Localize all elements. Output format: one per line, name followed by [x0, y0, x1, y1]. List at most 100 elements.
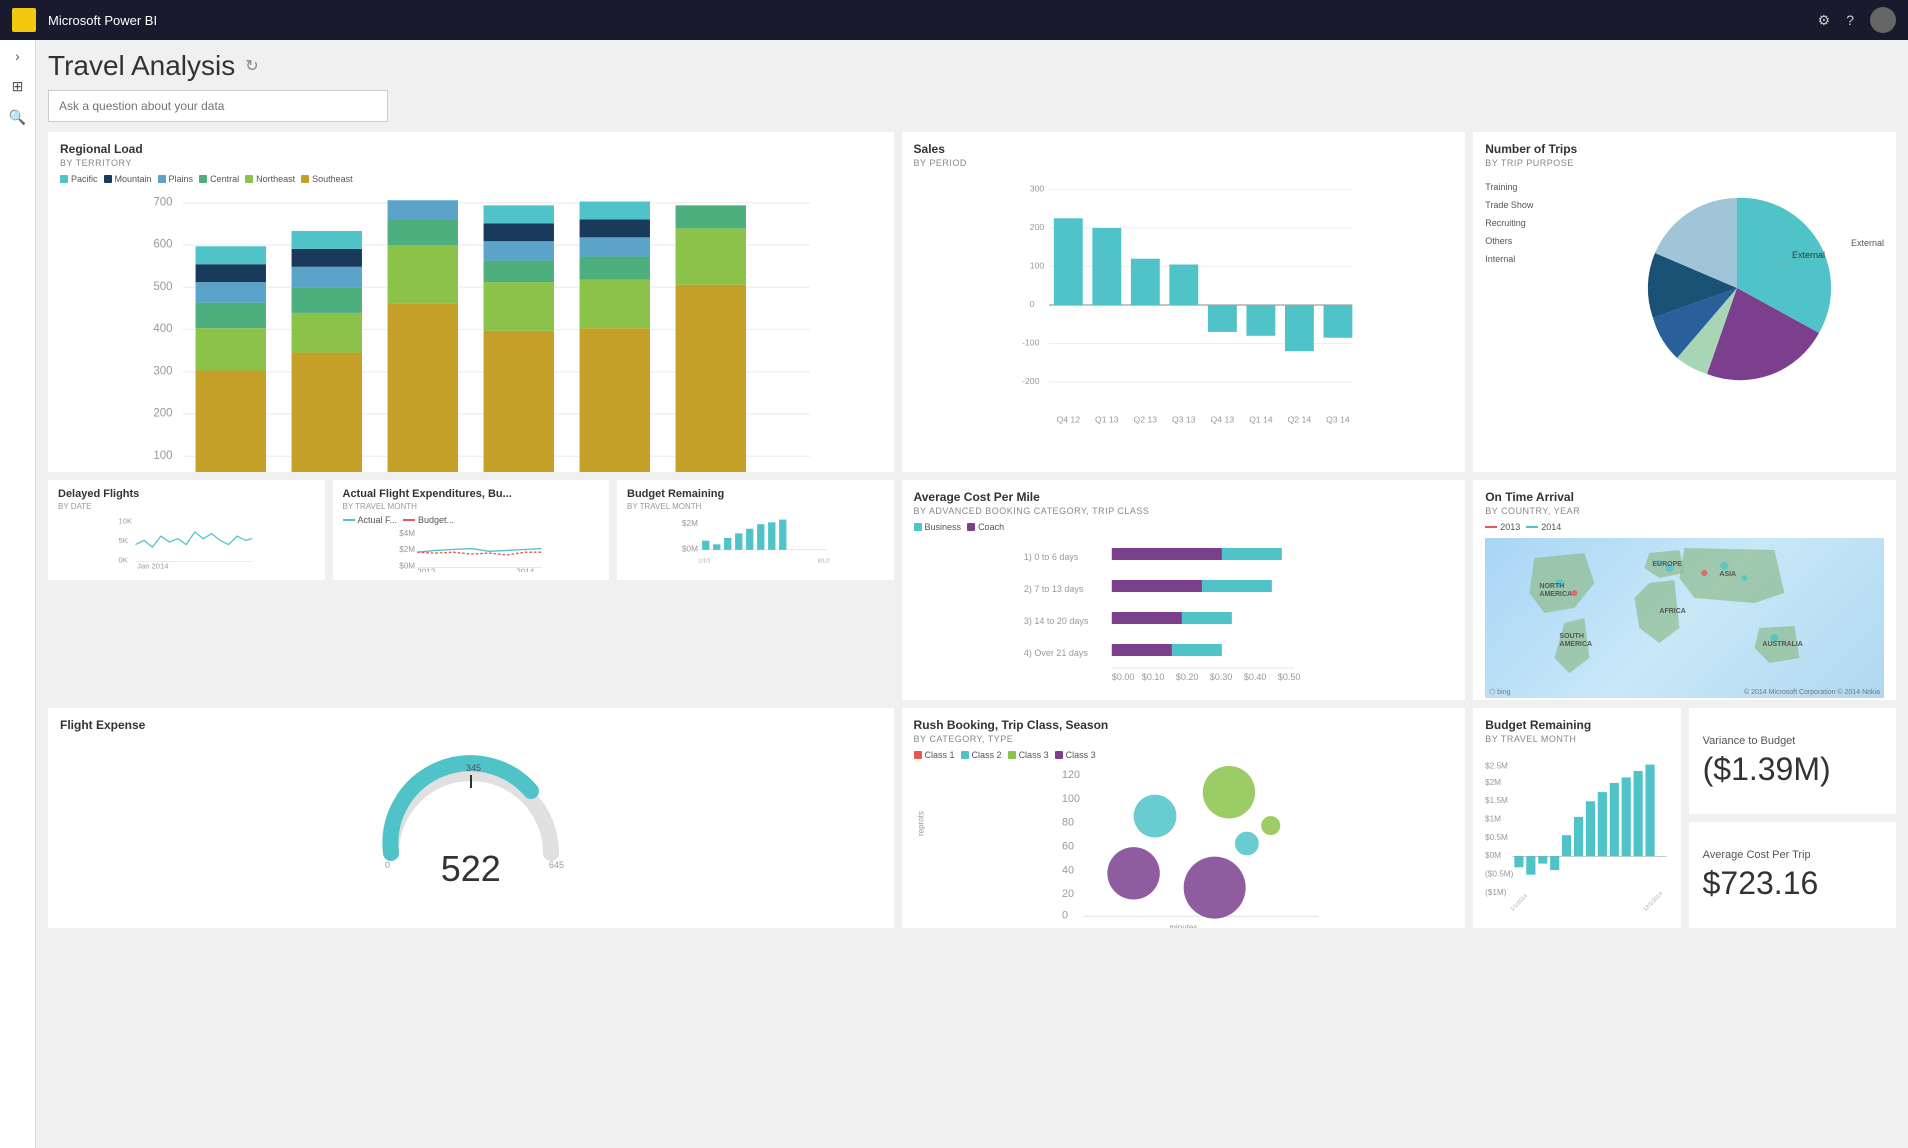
- variance-budget-card: Variance to Budget ($1.39M): [1689, 708, 1896, 814]
- svg-text:$2M: $2M: [682, 519, 698, 528]
- svg-text:200: 200: [153, 408, 172, 420]
- budget-remaining2-card: Budget Remaining BY TRAVEL MONTH $2.5M $…: [1473, 708, 1680, 928]
- small-cards-row: Delayed Flights BY DATE 10K 5K 0K Jan 20…: [48, 480, 894, 700]
- svg-text:0: 0: [1029, 299, 1034, 309]
- legend-northeast: Northeast: [245, 174, 295, 184]
- sales-card: Sales BY PERIOD 300 200 100 0 -100 -200: [902, 132, 1466, 472]
- svg-text:Q1 14: Q1 14: [1249, 414, 1273, 424]
- svg-text:60: 60: [1062, 840, 1074, 852]
- svg-text:-100: -100: [1022, 337, 1040, 347]
- number-of-trips-card: Number of Trips BY TRIP PURPOSE Training…: [1473, 132, 1896, 472]
- budget-small-sub: BY TRAVEL MONTH: [627, 502, 884, 511]
- actual-flight-card: Actual Flight Expenditures, Bu... BY TRA…: [333, 480, 610, 580]
- svg-text:SOUTH: SOUTH: [1560, 633, 1585, 640]
- svg-text:80: 80: [1062, 817, 1074, 829]
- gauge-value: 522: [441, 848, 501, 890]
- delayed-flights-sub: BY DATE: [58, 502, 315, 511]
- svg-text:($0.5M): ($0.5M): [1485, 869, 1514, 878]
- help-icon[interactable]: ?: [1846, 12, 1854, 28]
- svg-text:$0.30: $0.30: [1209, 672, 1232, 682]
- legend-mountain: Mountain: [104, 174, 152, 184]
- rush-booking-chart: 120 100 80 60 40 20 0: [933, 766, 1453, 921]
- trips-title: Number of Trips: [1485, 142, 1884, 156]
- delayed-flights-title: Delayed Flights: [58, 488, 315, 500]
- svg-text:0: 0: [385, 860, 390, 870]
- svg-text:AFRICA: AFRICA: [1660, 608, 1686, 615]
- settings-icon[interactable]: ⚙: [1818, 12, 1831, 29]
- svg-text:1/1/2: 1/1/2: [698, 559, 710, 565]
- budget2-title: Budget Remaining: [1485, 718, 1668, 732]
- trips-legend-recruiting: Recruiting: [1485, 214, 1623, 232]
- svg-text:Jan 2014: Jan 2014: [137, 561, 169, 570]
- search-input[interactable]: [48, 90, 388, 122]
- svg-text:10K: 10K: [119, 516, 133, 525]
- app-name: Microsoft Power BI: [48, 13, 157, 28]
- trips-legend-external: External: [1851, 238, 1884, 248]
- svg-text:$4M: $4M: [399, 529, 415, 538]
- svg-text:Q1 13: Q1 13: [1095, 414, 1119, 424]
- svg-text:500: 500: [153, 281, 172, 293]
- svg-text:700: 700: [153, 196, 172, 208]
- svg-text:345: 345: [466, 763, 481, 773]
- trips-legend-training: Training: [1485, 178, 1623, 196]
- svg-text:40: 40: [1062, 864, 1074, 876]
- svg-text:AMERICA: AMERICA: [1540, 591, 1573, 598]
- svg-text:$0.20: $0.20: [1175, 672, 1198, 682]
- legend-central: Central: [199, 174, 239, 184]
- on-time-arrival-card: On Time Arrival BY COUNTRY, YEAR 2013 20…: [1473, 480, 1896, 700]
- legend-plains: Plains: [158, 174, 194, 184]
- search-sidebar-icon[interactable]: 🔍: [9, 109, 26, 126]
- svg-text:$0M: $0M: [682, 545, 698, 554]
- svg-text:($1M): ($1M): [1485, 888, 1507, 897]
- svg-text:reprots: reprots: [916, 811, 925, 836]
- svg-text:2014: 2014: [516, 568, 534, 572]
- delayed-flights-chart: 10K 5K 0K Jan 2014: [58, 515, 315, 570]
- topbar-icons: ⚙ ?: [1818, 7, 1896, 33]
- refresh-icon[interactable]: ↻: [245, 56, 258, 76]
- y-axis-label: reprots: [914, 766, 933, 896]
- budget-remaining-small-card: Budget Remaining BY TRAVEL MONTH $2M $0M: [617, 480, 894, 580]
- svg-text:300: 300: [153, 365, 172, 377]
- svg-text:5K: 5K: [119, 536, 128, 545]
- budget2-chart: $2.5M $2M $1.5M $1M $0.5M $0M ($0.5M) ($…: [1485, 750, 1668, 925]
- svg-text:8/1/2: 8/1/2: [818, 559, 830, 565]
- gauge-container: 345 0 645 522: [60, 734, 882, 904]
- avatar[interactable]: [1870, 7, 1896, 33]
- svg-text:1/1/2014: 1/1/2014: [1510, 893, 1529, 912]
- avg-cost-trip-value: $723.16: [1703, 865, 1882, 902]
- svg-text:0K: 0K: [119, 555, 128, 564]
- map-svg: NORTH AMERICA SOUTH AMERICA AFRICA ASIA …: [1485, 538, 1884, 698]
- legend-pacific: Pacific: [60, 174, 98, 184]
- actual-flight-chart: $4M $2M $0M 2012 2014: [343, 527, 600, 572]
- on-time-legend: 2013 2014: [1485, 522, 1884, 532]
- avg-cost-chart: 1) 0 to 6 days 2) 7 to 13 days 3) 14 to …: [914, 538, 1454, 700]
- svg-text:$2.5M: $2.5M: [1485, 761, 1508, 770]
- collapse-icon[interactable]: ›: [15, 48, 20, 64]
- svg-text:$0.10: $0.10: [1141, 672, 1164, 682]
- svg-text:$0.50: $0.50: [1277, 672, 1300, 682]
- trips-legend-tradeshow: Trade Show: [1485, 196, 1623, 214]
- svg-text:400: 400: [153, 323, 172, 335]
- svg-text:$0.40: $0.40: [1243, 672, 1266, 682]
- variance-value: ($1.39M): [1703, 751, 1882, 788]
- dashboard-grid: Regional Load BY TERRITORY Pacific Mount…: [48, 132, 1896, 928]
- svg-text:$2M: $2M: [1485, 778, 1501, 787]
- rush-booking-title: Rush Booking, Trip Class, Season: [914, 718, 1454, 732]
- svg-text:$1.5M: $1.5M: [1485, 796, 1508, 805]
- sales-title: Sales: [914, 142, 1454, 156]
- svg-text:Q2 13: Q2 13: [1133, 414, 1157, 424]
- bottom-right-cards: Budget Remaining BY TRAVEL MONTH $2.5M $…: [1473, 708, 1896, 928]
- flight-expense-title: Flight Expense: [60, 718, 882, 732]
- app-logo: [12, 8, 36, 32]
- svg-text:3) 14 to 20 days: 3) 14 to 20 days: [1023, 616, 1088, 626]
- right-metrics: Variance to Budget ($1.39M) Average Cost…: [1689, 708, 1896, 928]
- svg-text:100: 100: [1062, 793, 1080, 805]
- bookmark-icon[interactable]: ⊞: [12, 78, 24, 95]
- budget-small-title: Budget Remaining: [627, 488, 884, 500]
- topbar: Microsoft Power BI ⚙ ?: [0, 0, 1908, 40]
- svg-text:Q4 12: Q4 12: [1056, 414, 1080, 424]
- svg-text:$1M: $1M: [1485, 814, 1501, 823]
- svg-text:$0.00: $0.00: [1111, 672, 1134, 682]
- svg-text:-200: -200: [1022, 376, 1040, 386]
- rush-booking-legend: Class 1 Class 2 Class 3 Class 3: [914, 750, 1454, 760]
